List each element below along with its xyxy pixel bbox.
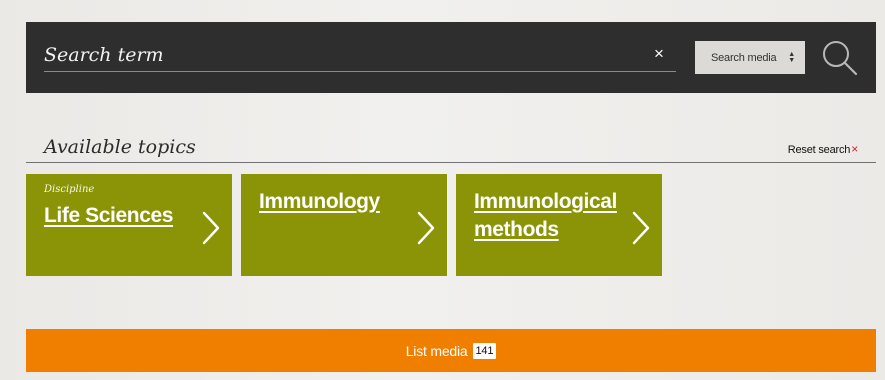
topic-card-life-sciences[interactable]: Discipline Life Sciences [26,174,232,276]
reset-search-label: Reset search [787,144,851,156]
topic-kicker: Discipline [44,184,95,195]
topic-card-immunological-methods[interactable]: Immunological methods [456,174,662,276]
search-input[interactable] [44,38,676,72]
sort-arrows-icon: ▲ ▼ [788,50,795,64]
chevron-right-icon [632,211,650,245]
topics-header: Available topics Reset search× [26,128,876,163]
reset-search-link[interactable]: Reset search× [788,142,858,156]
list-media-label: List media [405,342,468,359]
topic-title: Immunology [259,190,380,213]
search-media-label: Search media [711,51,777,64]
list-media-button[interactable]: List media 141 [26,329,876,372]
chevron-right-icon [417,211,435,245]
search-bar: × Search media ▲ ▼ [26,22,876,93]
close-icon: × [851,142,858,156]
available-topics-title: Available topics [44,136,196,158]
topic-title: Immunological methods [474,190,617,241]
close-icon[interactable]: × [652,45,666,62]
search-icon[interactable] [820,38,860,78]
chevron-right-icon [202,211,220,245]
topic-card-immunology[interactable]: Immunology [241,174,447,276]
search-media-select[interactable]: Search media ▲ ▼ [695,41,805,74]
topic-title: Life Sciences [44,204,174,227]
media-count-badge: 141 [472,342,497,359]
